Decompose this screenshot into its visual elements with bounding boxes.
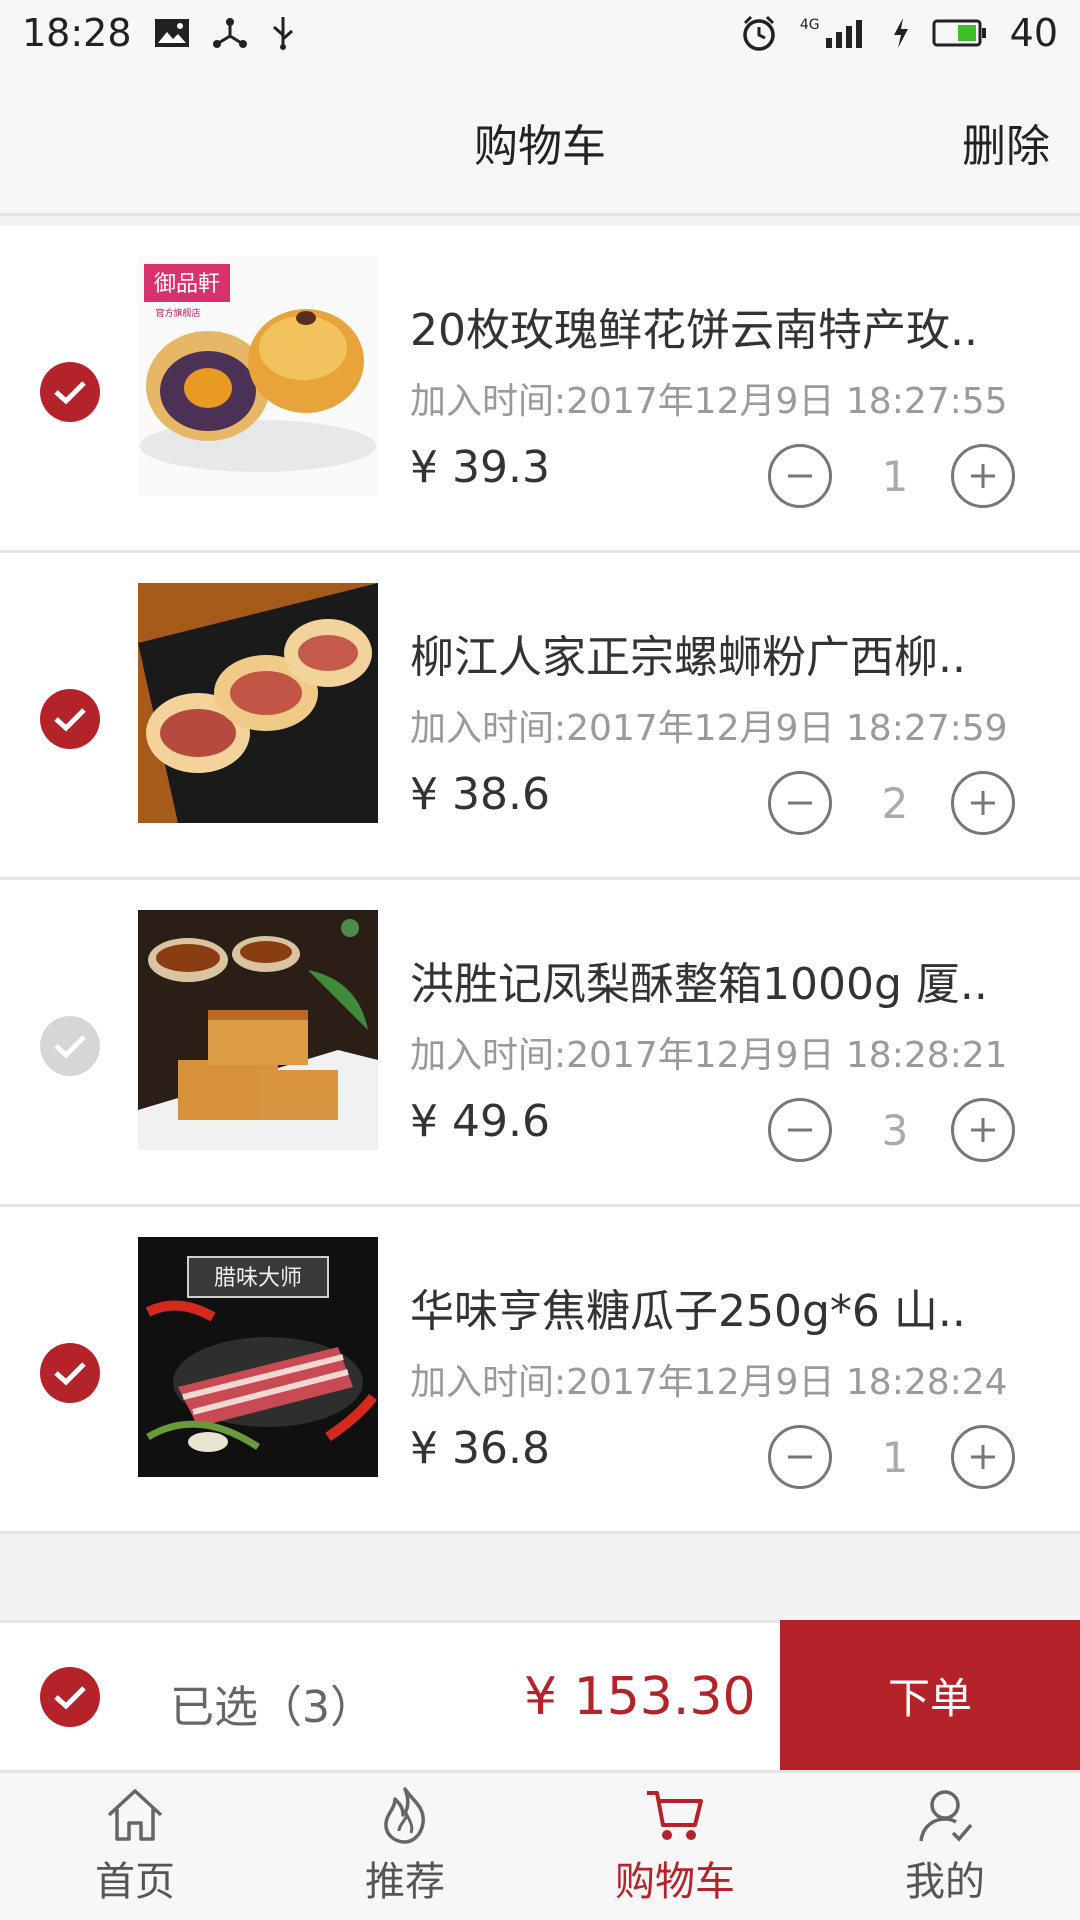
bottom-tab-bar: 首页 推荐 购物车 我的 <box>0 1770 1080 1920</box>
page-title: 购物车 <box>474 121 606 172</box>
item-checkbox[interactable] <box>40 1016 100 1076</box>
shop-badge-text: 官方旗舰店 <box>155 307 200 319</box>
brand-logo-text: 御品軒 <box>154 272 220 297</box>
tab-label: 购物车 <box>615 1859 735 1905</box>
item-checkbox[interactable] <box>40 362 100 422</box>
added-time: 加入时间:2017年12月9日 18:28:21 <box>410 1035 1008 1076</box>
quantity-value: 3 <box>881 1106 909 1155</box>
minus-icon <box>788 474 812 478</box>
flame-icon <box>384 1787 425 1844</box>
checkmark-icon <box>54 381 86 405</box>
battery-level: 40 <box>1009 11 1058 55</box>
checkmark-icon <box>54 1035 86 1059</box>
product-thumbnail[interactable]: 腊味大师 <box>138 1237 378 1477</box>
usb-share-icon <box>212 18 247 48</box>
product-price: ¥ 36.8 <box>410 1423 550 1474</box>
tab-mine[interactable]: 我的 <box>810 1773 1080 1920</box>
home-icon <box>107 1789 163 1841</box>
decrease-quantity-button[interactable] <box>768 444 832 508</box>
alarm-icon <box>743 15 775 51</box>
signal-icon <box>825 20 862 48</box>
cart-item: 柳江人家正宗螺蛳粉广西柳.. 加入时间:2017年12月9日 18:27:59 … <box>0 553 1080 880</box>
delete-button[interactable]: 删除 <box>962 110 1050 174</box>
tab-label: 推荐 <box>365 1859 445 1905</box>
item-checkbox[interactable] <box>40 1343 100 1403</box>
battery-icon <box>932 19 986 47</box>
status-bar: 18:28 4G 40 <box>0 0 1080 66</box>
product-price: ¥ 49.6 <box>410 1096 550 1147</box>
increase-quantity-button[interactable] <box>951 1425 1015 1489</box>
plus-icon <box>971 464 995 488</box>
product-name[interactable]: 柳江人家正宗螺蛳粉广西柳.. <box>410 621 1010 685</box>
plus-icon <box>971 1118 995 1142</box>
tab-label: 首页 <box>95 1859 175 1905</box>
cart-item: 洪胜记凤梨酥整箱1000g 厦.. 加入时间:2017年12月9日 18:28:… <box>0 880 1080 1207</box>
added-time: 加入时间:2017年12月9日 18:27:59 <box>410 708 1008 749</box>
plus-icon <box>971 791 995 815</box>
item-checkbox[interactable] <box>40 689 100 749</box>
checkmark-icon <box>54 1686 86 1710</box>
increase-quantity-button[interactable] <box>951 1098 1015 1162</box>
usb-icon <box>272 17 293 50</box>
product-name[interactable]: 洪胜记凤梨酥整箱1000g 厦.. <box>410 948 1010 1012</box>
minus-icon <box>788 1128 812 1132</box>
cart-icon <box>647 1791 703 1840</box>
minus-icon <box>788 1455 812 1459</box>
title-bar: 购物车 删除 <box>0 66 1080 216</box>
status-time: 18:28 <box>22 11 132 55</box>
decrease-quantity-button[interactable] <box>768 1098 832 1162</box>
decrease-quantity-button[interactable] <box>768 1425 832 1489</box>
plus-icon <box>971 1445 995 1469</box>
decrease-quantity-button[interactable] <box>768 771 832 835</box>
selected-count: 已选（3） <box>170 1682 374 1733</box>
product-thumbnail[interactable] <box>138 583 378 823</box>
checkmark-icon <box>54 1362 86 1386</box>
checkout-bar: 已选（3） ¥ 153.30 下单 <box>0 1620 1080 1770</box>
tab-home[interactable]: 首页 <box>0 1773 270 1920</box>
image-icon <box>154 19 189 47</box>
checkmark-icon <box>54 708 86 732</box>
tab-label: 我的 <box>905 1859 985 1905</box>
product-thumbnail[interactable]: 御品軒 官方旗舰店 <box>138 256 378 496</box>
minus-icon <box>788 801 812 805</box>
total-price: ¥ 153.30 <box>524 1667 756 1727</box>
network-type: 4G <box>799 17 820 33</box>
place-order-button[interactable]: 下单 <box>780 1620 1080 1770</box>
tab-recommend[interactable]: 推荐 <box>270 1773 540 1920</box>
quantity-value: 1 <box>881 1433 909 1482</box>
tab-cart[interactable]: 购物车 <box>540 1773 810 1920</box>
added-time: 加入时间:2017年12月9日 18:28:24 <box>410 1362 1008 1403</box>
added-time: 加入时间:2017年12月9日 18:27:55 <box>410 381 1008 422</box>
quantity-value: 1 <box>881 452 909 501</box>
increase-quantity-button[interactable] <box>951 771 1015 835</box>
charging-icon <box>893 18 908 48</box>
cart-item: 腊味大师 华味亨焦糖瓜子250g*6 山.. 加入时间:2017年12月9日 1… <box>0 1207 1080 1534</box>
product-price: ¥ 38.6 <box>410 769 550 820</box>
product-thumbnail[interactable] <box>138 910 378 1150</box>
cart-list: 御品軒 官方旗舰店 20枚玫瑰鲜花饼云南特产玫.. 加入时间:2017年12月9… <box>0 226 1080 1534</box>
product-tag-text: 腊味大师 <box>214 1266 302 1291</box>
product-name[interactable]: 华味亨焦糖瓜子250g*6 山.. <box>410 1275 1010 1339</box>
increase-quantity-button[interactable] <box>951 444 1015 508</box>
product-price: ¥ 39.3 <box>410 442 550 493</box>
cart-item: 御品軒 官方旗舰店 20枚玫瑰鲜花饼云南特产玫.. 加入时间:2017年12月9… <box>0 226 1080 553</box>
user-icon <box>919 1790 973 1842</box>
product-name[interactable]: 20枚玫瑰鲜花饼云南特产玫.. <box>410 294 1010 358</box>
select-all-checkbox[interactable] <box>40 1667 100 1727</box>
quantity-value: 2 <box>881 779 909 828</box>
